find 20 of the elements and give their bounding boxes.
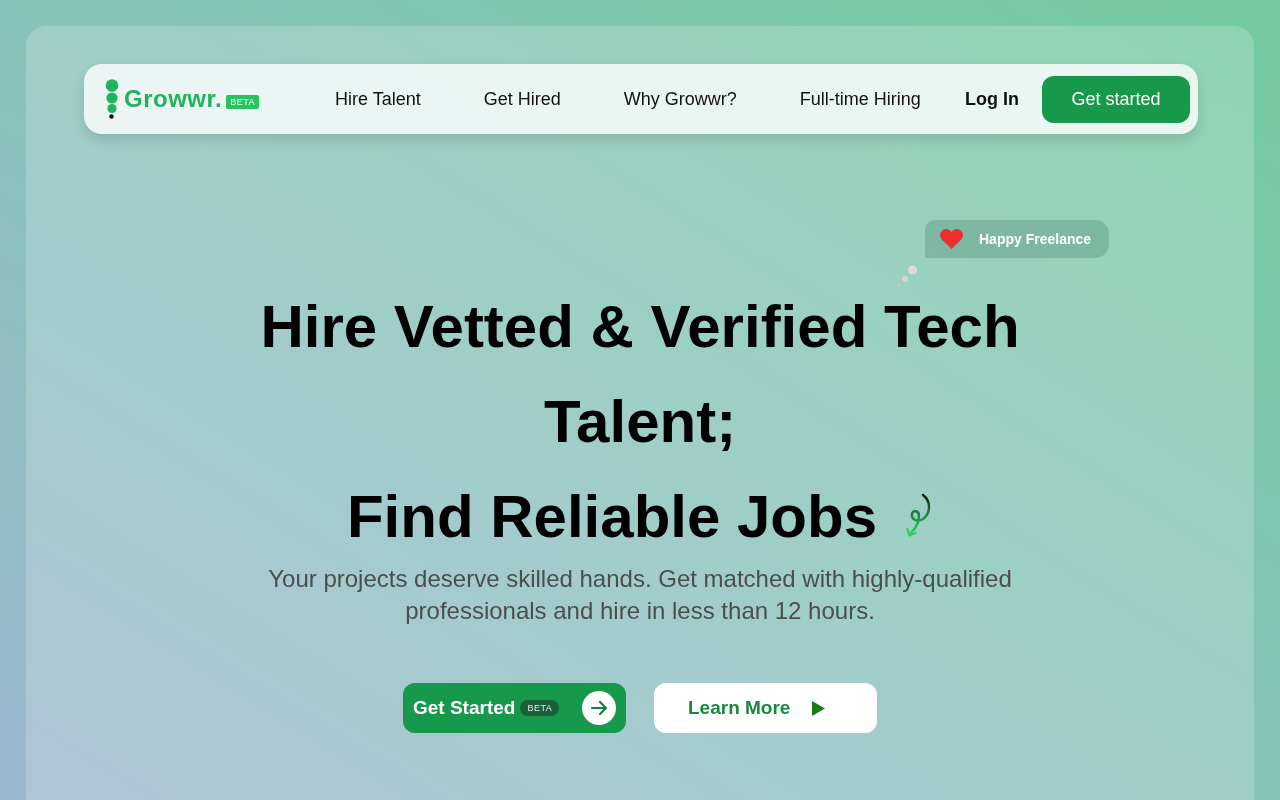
nav-link[interactable]: Hire Talent (335, 85, 421, 113)
headline-text: Find Reliable Jobs (346, 482, 878, 552)
headline-text: Hire Vetted & Verified Tech Talent; (259, 292, 1021, 457)
heart-icon (940, 229, 963, 249)
play-icon (812, 700, 826, 716)
nav-link[interactable]: Full-time Hiring (799, 85, 921, 113)
get-started-button[interactable]: Get Started BETA (403, 683, 626, 733)
learn-more-button[interactable]: Learn More (654, 683, 877, 733)
badge-label: Happy Freelance (979, 229, 1092, 249)
get-started-button[interactable]: Get started (1042, 75, 1190, 123)
arrow-right-icon (582, 691, 616, 725)
nav-link[interactable]: Why Growwr? (623, 85, 737, 113)
logo-dots-icon (105, 79, 119, 119)
subtitle: Your projects deserve skilled hands. Get matched with highly-qualified professionals and hire in less than 12 hours. (267, 564, 1013, 626)
beta-badge: BETA (520, 700, 560, 716)
dots-icon (896, 265, 918, 287)
logo-wordmark: Growwr. (124, 84, 223, 114)
login-link[interactable]: Log In (965, 85, 1019, 113)
beta-badge: BETA (226, 95, 260, 109)
nav-link[interactable]: Get Hired (483, 85, 561, 113)
